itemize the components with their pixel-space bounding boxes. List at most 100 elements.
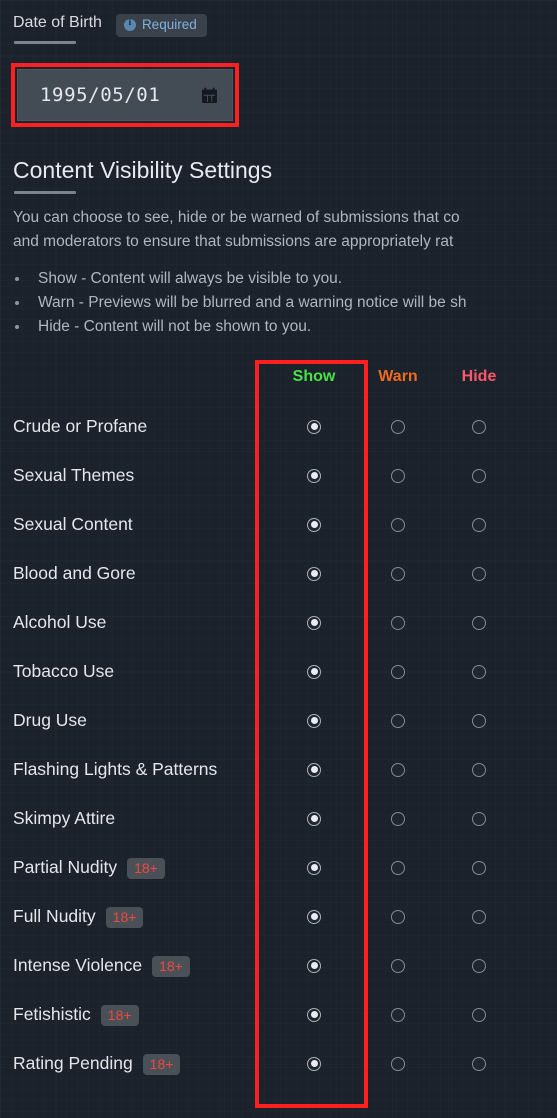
rating-row-label: Skimpy Attire	[13, 794, 115, 843]
ratings-rows: Crude or Profane Sexual Themes Sexual Cont…	[0, 402, 557, 1088]
content-visibility-section: Content Visibility Settings You can choo…	[0, 157, 557, 339]
rating-row-label: Full Nudity 18+	[13, 892, 144, 941]
radio-hide[interactable]	[472, 958, 486, 973]
radio-hide[interactable]	[472, 468, 486, 483]
rating-label-text: Crude or Profane	[13, 416, 148, 436]
radio-warn[interactable]	[391, 419, 405, 434]
radio-warn[interactable]	[391, 762, 405, 777]
required-badge-label: Required	[141, 17, 197, 32]
radio-show[interactable]	[307, 811, 321, 826]
radio-show[interactable]	[307, 468, 321, 483]
column-header-show: Show	[292, 368, 336, 385]
radio-warn[interactable]	[391, 860, 405, 875]
radio-warn[interactable]	[391, 1007, 405, 1022]
date-of-birth-title-underline	[14, 40, 76, 44]
table-row: Intense Violence 18+	[0, 941, 557, 990]
rating-label-text: Flashing Lights & Patterns	[13, 759, 218, 779]
radio-show[interactable]	[307, 419, 321, 434]
adult-badge: 18+	[100, 1005, 139, 1026]
radio-show[interactable]	[307, 1007, 321, 1022]
radio-show[interactable]	[307, 860, 321, 875]
ratings-column-headers: Show Warn Hide	[0, 360, 557, 402]
rating-row-label: Partial Nudity 18+	[13, 843, 165, 892]
list-item-warn: Warn - Previews will be blurred and a wa…	[0, 291, 557, 315]
radio-show[interactable]	[307, 664, 321, 679]
table-row: Sexual Content	[0, 500, 557, 549]
radio-hide[interactable]	[472, 664, 486, 679]
table-row: Rating Pending 18+	[0, 1039, 557, 1088]
rating-row-label: Fetishistic 18+	[13, 990, 139, 1039]
table-row: Sexual Themes	[0, 451, 557, 500]
radio-warn[interactable]	[391, 468, 405, 483]
visibility-options-list: Show - Content will always be visible to…	[0, 267, 557, 339]
info-circle-icon	[123, 18, 136, 31]
radio-show[interactable]	[307, 713, 321, 728]
table-row: Partial Nudity 18+	[0, 843, 557, 892]
rating-label-text: Rating Pending	[13, 1053, 133, 1073]
table-row: Skimpy Attire	[0, 794, 557, 843]
column-header-hide: Hide	[461, 368, 497, 385]
radio-hide[interactable]	[472, 419, 486, 434]
rating-row-label: Alcohol Use	[13, 598, 106, 647]
required-badge: Required	[115, 14, 207, 37]
table-row: Blood and Gore	[0, 549, 557, 598]
table-row: Tobacco Use	[0, 647, 557, 696]
radio-show[interactable]	[307, 615, 321, 630]
date-of-birth-section: Date of Birth Required 1995/05/01	[0, 0, 557, 127]
rating-row-label: Blood and Gore	[13, 549, 136, 598]
radio-hide[interactable]	[472, 909, 486, 924]
radio-hide[interactable]	[472, 811, 486, 826]
rating-row-label: Sexual Themes	[13, 451, 134, 500]
radio-hide[interactable]	[472, 1056, 486, 1071]
radio-hide[interactable]	[472, 713, 486, 728]
radio-hide[interactable]	[472, 1007, 486, 1022]
date-of-birth-highlight-box	[11, 63, 239, 127]
table-row: Full Nudity 18+	[0, 892, 557, 941]
adult-badge: 18+	[142, 1054, 181, 1075]
radio-warn[interactable]	[391, 958, 405, 973]
adult-badge: 18+	[152, 956, 190, 977]
radio-hide[interactable]	[472, 615, 486, 630]
radio-show[interactable]	[307, 566, 321, 581]
content-visibility-title-underline	[14, 190, 76, 194]
rating-label-text: Drug Use	[13, 710, 87, 730]
list-item-show: Show - Content will always be visible to…	[0, 267, 557, 291]
table-row: Fetishistic 18+	[0, 990, 557, 1039]
radio-hide[interactable]	[472, 762, 486, 777]
radio-warn[interactable]	[391, 909, 405, 924]
radio-warn[interactable]	[391, 713, 405, 728]
content-visibility-description-line-2: and moderators to ensure that submission…	[13, 232, 454, 250]
rating-row-label: Sexual Content	[13, 500, 133, 549]
rating-row-label: Drug Use	[13, 696, 87, 745]
radio-warn[interactable]	[391, 811, 405, 826]
rating-label-text: Tobacco Use	[13, 661, 115, 681]
radio-hide[interactable]	[472, 566, 486, 581]
rating-label-text: Sexual Content	[13, 514, 133, 534]
radio-hide[interactable]	[472, 860, 486, 875]
adult-badge: 18+	[105, 907, 144, 928]
rating-label-text: Partial Nudity	[13, 857, 118, 877]
radio-show[interactable]	[307, 958, 321, 973]
content-ratings-table: Show Warn Hide Crude or Profane Sexual Th…	[0, 360, 557, 1088]
radio-warn[interactable]	[391, 566, 405, 581]
table-row: Drug Use	[0, 696, 557, 745]
content-visibility-description-line-1: You can choose to see, hide or be warned…	[13, 208, 460, 226]
list-item-hide: Hide - Content will not be shown to you.	[0, 315, 557, 339]
rating-row-label: Flashing Lights & Patterns	[13, 745, 217, 794]
rating-row-label: Intense Violence 18+	[13, 941, 190, 990]
adult-badge: 18+	[127, 858, 165, 879]
table-row: Alcohol Use	[0, 598, 557, 647]
radio-warn[interactable]	[391, 664, 405, 679]
radio-warn[interactable]	[391, 1056, 405, 1071]
radio-show[interactable]	[307, 909, 321, 924]
radio-hide[interactable]	[472, 517, 486, 532]
rating-label-text: Blood and Gore	[13, 563, 136, 583]
radio-warn[interactable]	[391, 517, 405, 532]
radio-warn[interactable]	[391, 615, 405, 630]
column-header-warn: Warn	[378, 368, 418, 385]
radio-show[interactable]	[307, 762, 321, 777]
rating-label-text: Alcohol Use	[13, 612, 107, 632]
radio-show[interactable]	[307, 1056, 321, 1071]
date-of-birth-heading-row: Date of Birth Required	[0, 0, 557, 37]
radio-show[interactable]	[307, 517, 321, 532]
